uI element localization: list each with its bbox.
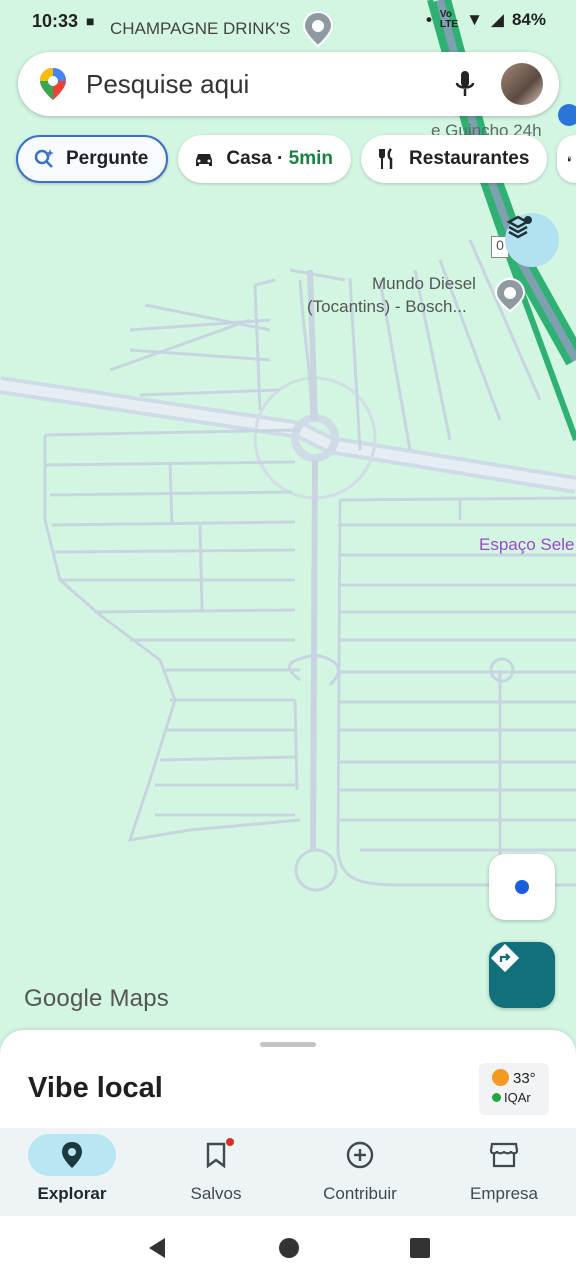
nav-empresa[interactable]: Empresa [432, 1128, 576, 1216]
status-right: • Vo LTE ▼ ◢ 84% [426, 10, 546, 30]
aqi-label: IQAr [504, 1090, 531, 1105]
storefront-icon [489, 1142, 519, 1168]
wifi-icon: ▼ [466, 10, 483, 29]
poi-label-espaco[interactable]: Espaço Sele [479, 535, 574, 555]
avatar[interactable] [501, 63, 543, 105]
search-input[interactable]: Pesquise aqui [86, 69, 453, 100]
nav-explorar-label: Explorar [37, 1184, 107, 1203]
directions-icon [490, 943, 520, 973]
bookmark-icon [206, 1142, 226, 1169]
sheet-handle[interactable] [260, 1042, 316, 1047]
ask-search-sparkle-icon [34, 149, 54, 168]
add-circle-icon [346, 1141, 374, 1169]
notification-dot [226, 1138, 234, 1146]
nav-salvos-label: Salvos [190, 1184, 242, 1203]
poi-label-diesel-1[interactable]: Mundo Diesel [372, 274, 476, 294]
category-chips: Pergunte Casa · 5min Restaurantes [16, 135, 576, 183]
temperature: 33° [513, 1070, 536, 1087]
layers-button[interactable] [505, 213, 559, 267]
system-nav-bar [0, 1216, 576, 1280]
poi-label-diesel-2[interactable]: (Tocantins) - Bosch... [307, 297, 467, 317]
explore-pin-icon [62, 1142, 82, 1168]
home-icon[interactable] [278, 1237, 300, 1259]
gas-station-icon [568, 156, 571, 162]
layers-icon [506, 215, 532, 239]
nav-explorar[interactable]: Explorar [0, 1128, 144, 1216]
car-icon [196, 154, 213, 166]
sheet-title: Vibe local [28, 1072, 163, 1104]
nav-contribuir-label: Contribuir [323, 1184, 397, 1203]
poi-pin-icon[interactable] [301, 10, 335, 48]
recents-icon[interactable] [409, 1237, 431, 1259]
maps-pin-logo-icon [40, 68, 66, 100]
chip-casa[interactable]: Casa · 5min [178, 135, 352, 183]
directions-button[interactable] [489, 942, 555, 1008]
chip-casa-sep: · [271, 148, 289, 169]
status-bar: 10:33 ■ CHAMPAGNE DRINK'S • Vo LTE ▼ ◢ 84… [0, 0, 576, 48]
fork-knife-icon [379, 148, 393, 169]
nav-salvos[interactable]: Salvos [144, 1128, 288, 1216]
chip-gas[interactable] [557, 135, 576, 183]
status-poi-label: CHAMPAGNE DRINK'S [110, 19, 291, 38]
chip-pergunte[interactable]: Pergunte [16, 135, 169, 183]
bottom-nav: Explorar Salvos Contribuir Empresa [0, 1128, 576, 1216]
chip-restaurantes[interactable]: Restaurantes [361, 135, 548, 183]
microphone-icon[interactable] [453, 69, 477, 99]
battery-label: 84% [511, 10, 546, 29]
chip-casa-eta: 5min [288, 148, 334, 169]
dot-icon: • [425, 10, 432, 29]
google-maps-logo: Google Maps [24, 985, 169, 1012]
chip-restaurantes-label: Restaurantes [409, 148, 530, 169]
diesel-pin-icon[interactable] [494, 277, 526, 313]
chip-casa-label: Casa [226, 148, 272, 169]
bottom-sheet[interactable]: Vibe local 33° IQAr [0, 1030, 576, 1140]
my-location-button[interactable] [489, 854, 555, 920]
sun-icon [492, 1069, 509, 1086]
nav-contribuir[interactable]: Contribuir [288, 1128, 432, 1216]
search-bar[interactable]: Pesquise aqui [18, 52, 559, 116]
weather-badge[interactable]: 33° IQAr [479, 1063, 549, 1115]
signal-icon: ◢ [490, 10, 504, 29]
chip-pergunte-label: Pergunte [66, 148, 149, 169]
location-dot-icon [515, 880, 529, 894]
back-icon[interactable] [145, 1236, 169, 1260]
aqi-dot-icon [492, 1093, 501, 1102]
poi-marker-icon[interactable] [558, 104, 576, 126]
status-time: 10:33 [32, 10, 79, 31]
nav-empresa-label: Empresa [469, 1184, 539, 1203]
volte-label: Vo LTE [439, 9, 459, 30]
lock-icon: ■ [86, 13, 95, 29]
